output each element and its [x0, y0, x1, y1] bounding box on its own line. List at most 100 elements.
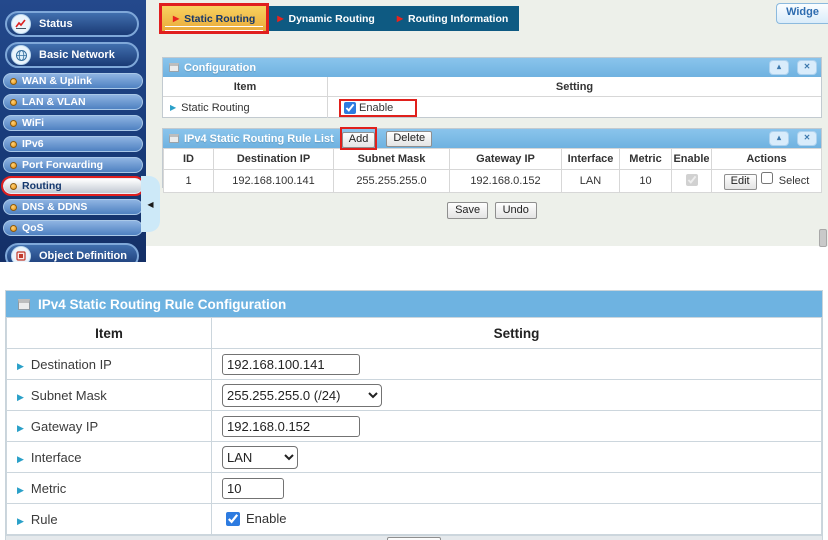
rule-list-panel-header: IPv4 Static Routing Rule List Add Delete… — [163, 129, 821, 148]
col-enable: Enable — [672, 149, 712, 170]
tab-dynamic-routing[interactable]: ▶ Dynamic Routing — [266, 6, 386, 31]
tab-arrow-icon: ▶ — [397, 15, 403, 23]
col-subnet-mask: Subnet Mask — [334, 149, 450, 170]
static-routing-enable-checkbox[interactable] — [344, 102, 356, 114]
annotation-box-enable: Enable — [341, 101, 415, 115]
window-icon — [169, 63, 179, 72]
enable-label: Enable — [246, 511, 286, 526]
sidebar-item-ipv6[interactable]: IPv6 — [3, 136, 143, 152]
row-destination-ip: ▶Destination IP — [7, 349, 822, 380]
field-label: Interface — [31, 450, 82, 465]
bullet-dot-icon — [10, 99, 17, 106]
panel-collapse-button[interactable]: ▴ — [769, 131, 789, 146]
rule-list-header-row: ID Destination IP Subnet Mask Gateway IP… — [164, 149, 822, 170]
rule-actions-cell: Edit Select — [712, 170, 822, 193]
sidebar-item-label: QoS — [22, 222, 44, 234]
undo-button[interactable]: Undo — [495, 202, 537, 219]
tab-label: Static Routing — [184, 13, 255, 25]
enable-label: Enable — [359, 102, 393, 114]
rule-gateway-ip: 192.168.0.152 — [450, 170, 562, 193]
sidebar-item-wifi[interactable]: WiFi — [3, 115, 143, 131]
rule-configuration-header: IPv4 Static Routing Rule Configuration — [6, 291, 822, 317]
rule-list-panel: IPv4 Static Routing Rule List Add Delete… — [162, 128, 822, 188]
panel-title: Configuration — [184, 62, 256, 74]
field-label: Gateway IP — [31, 419, 98, 434]
config-item-header: Item — [163, 77, 328, 96]
sidebar-item-port-forwarding[interactable]: Port Forwarding — [3, 157, 143, 173]
sidebar-item-wan-uplink[interactable]: WAN & Uplink — [3, 73, 143, 89]
window-icon — [18, 299, 30, 310]
col-interface: Interface — [562, 149, 620, 170]
tab-label: Routing Information — [408, 13, 508, 25]
rule-row: 1 192.168.100.141 255.255.255.0 192.168.… — [164, 170, 822, 193]
sidebar-collapse-handle[interactable]: ◀ — [141, 176, 160, 232]
rule-interface: LAN — [562, 170, 620, 193]
bullet-dot-icon — [10, 120, 17, 127]
collapse-arrow-icon: ◀ — [147, 200, 153, 209]
interface-select[interactable]: LAN — [222, 446, 298, 469]
rule-id: 1 — [164, 170, 214, 193]
row-arrow-icon: ▶ — [17, 516, 24, 526]
gateway-ip-input[interactable] — [222, 416, 360, 437]
row-arrow-icon: ▶ — [17, 454, 24, 464]
sidebar-item-status[interactable]: Status — [5, 11, 139, 37]
sidebar-item-label: Basic Network — [39, 49, 115, 61]
destination-ip-input[interactable] — [222, 354, 360, 375]
row-rule-enable: ▶Rule Enable — [7, 504, 822, 535]
sidebar-item-routing[interactable]: Routing — [3, 178, 143, 194]
configuration-panel-header: Configuration ▴ ✕ — [163, 58, 821, 77]
rule-enable-checkbox[interactable] — [226, 512, 240, 526]
objects-icon — [11, 246, 31, 262]
rule-enable-checkbox — [686, 174, 698, 186]
sidebar-item-object-definition[interactable]: Object Definition — [5, 243, 139, 262]
scrollbar-thumb[interactable] — [819, 229, 827, 247]
tab-arrow-icon: ▶ — [277, 15, 283, 23]
rule-configuration-footer: Save — [6, 535, 822, 540]
panel-title: IPv4 Static Routing Rule Configuration — [38, 297, 286, 312]
panel-close-button[interactable]: ✕ — [797, 131, 817, 146]
sidebar-item-label: WiFi — [22, 117, 44, 129]
config-row-label-cell: ▶ Static Routing — [163, 97, 328, 118]
panel-collapse-button[interactable]: ▴ — [769, 60, 789, 75]
rule-subnet-mask: 255.255.255.0 — [334, 170, 450, 193]
sidebar-item-qos[interactable]: QoS — [3, 220, 143, 236]
panel-close-button[interactable]: ✕ — [797, 60, 817, 75]
save-button[interactable]: Save — [447, 202, 488, 219]
router-admin-page: Status Basic Network WAN & Uplink LAN & … — [0, 0, 828, 540]
rule-metric: 10 — [620, 170, 672, 193]
sidebar-item-dns-ddns[interactable]: DNS & DDNS — [3, 199, 143, 215]
tab-arrow-icon: ▶ — [173, 15, 179, 23]
bullet-dot-icon — [10, 225, 17, 232]
rule-configuration-panel: IPv4 Static Routing Rule Configuration I… — [5, 290, 823, 540]
tab-routing-information[interactable]: ▶ Routing Information — [386, 6, 519, 31]
edit-button[interactable]: Edit — [724, 174, 757, 190]
bullet-dot-icon — [10, 141, 17, 148]
bullet-dot-icon — [10, 183, 17, 190]
sidebar-item-label: LAN & VLAN — [22, 96, 86, 108]
top-action-row: Save Undo — [162, 200, 822, 219]
col-actions: Actions — [712, 149, 822, 170]
sidebar-item-basic-network[interactable]: Basic Network — [5, 42, 139, 68]
bullet-dot-icon — [10, 204, 17, 211]
field-label: Metric — [31, 481, 66, 496]
rule-destination-ip: 192.168.100.141 — [214, 170, 334, 193]
sidebar-item-label: DNS & DDNS — [22, 201, 87, 213]
config-setting-header: Setting — [328, 77, 821, 96]
tab-static-routing[interactable]: ▶ Static Routing — [162, 6, 266, 31]
delete-button[interactable]: Delete — [386, 131, 432, 147]
sidebar-item-lan-vlan[interactable]: LAN & VLAN — [3, 94, 143, 110]
col-metric: Metric — [620, 149, 672, 170]
sidebar-item-label: Port Forwarding — [22, 159, 103, 171]
field-label: Destination IP — [31, 357, 112, 372]
sidebar: Status Basic Network WAN & Uplink LAN & … — [0, 0, 146, 262]
item-header: Item — [7, 318, 212, 349]
rule-select-checkbox[interactable] — [761, 172, 773, 184]
row-subnet-mask: ▶Subnet Mask 255.255.255.0 (/24) — [7, 380, 822, 411]
subnet-mask-select[interactable]: 255.255.255.0 (/24) — [222, 384, 382, 407]
add-button[interactable]: Add — [342, 132, 376, 148]
widget-button[interactable]: Widge — [776, 3, 828, 24]
metric-input[interactable] — [222, 478, 284, 499]
row-arrow-icon: ▶ — [17, 485, 24, 495]
config-header-row: Item Setting — [7, 318, 822, 349]
window-icon — [169, 134, 179, 143]
